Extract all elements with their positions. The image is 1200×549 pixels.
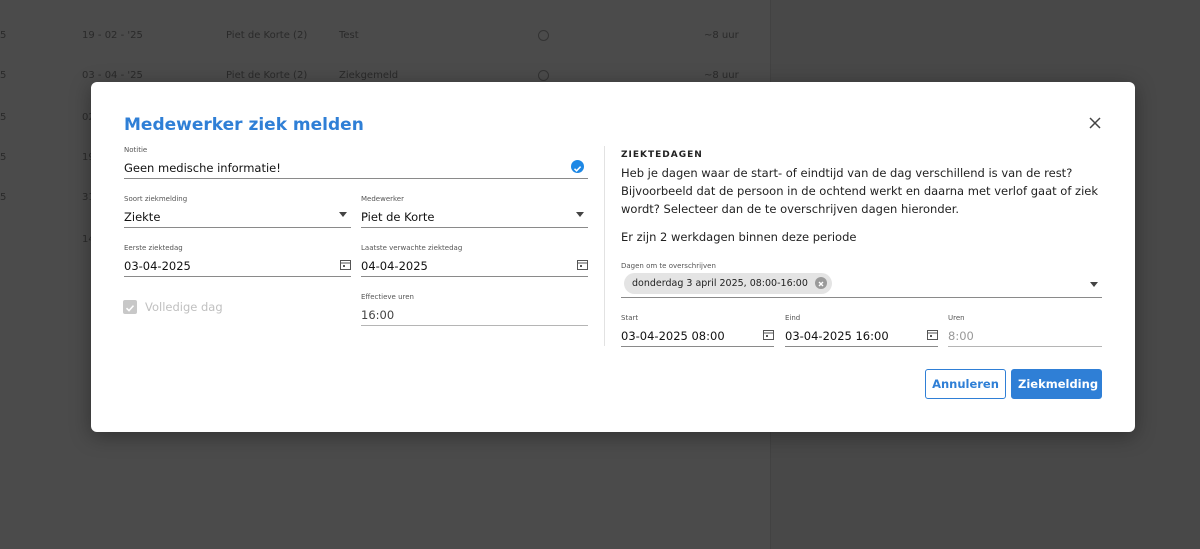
row-stub: 5 — [0, 30, 7, 41]
cancel-button[interactable]: Annuleren — [925, 369, 1006, 399]
dialog-title: Medewerker ziek melden — [124, 115, 364, 135]
uren-value[interactable]: 8:00 — [948, 329, 974, 343]
check-icon — [571, 160, 584, 173]
effectieve-uren-field[interactable]: Effectieve uren 16:00 — [361, 293, 588, 326]
workday-count-text: Er zijn 2 werkdagen binnen deze periode — [621, 230, 857, 244]
checkmark-icon — [125, 305, 135, 312]
row-type: Test — [339, 30, 359, 41]
notitie-value[interactable]: Geen medische informatie! — [124, 161, 281, 175]
chip-label: donderdag 3 april 2025, 08:00-16:00 — [632, 278, 808, 289]
eerste-value[interactable]: 03-04-2025 — [124, 259, 191, 273]
eind-datetime-field[interactable]: Eind 03-04-2025 16:00 — [785, 314, 938, 347]
close-icon — [1089, 117, 1101, 129]
sick-report-dialog: Medewerker ziek melden Notitie Geen medi… — [91, 82, 1135, 432]
row-type: Ziekgemeld — [339, 70, 399, 81]
soort-label: Soort ziekmelding — [124, 195, 188, 203]
row-hours: ~8 uur — [704, 70, 739, 81]
section-description: Heb je dagen waar de start- of eindtijd … — [621, 166, 1098, 216]
row-stub: 5 — [0, 152, 7, 163]
override-days-select[interactable]: Dagen om te overschrijven donderdag 3 ap… — [621, 262, 1102, 298]
medewerker-select[interactable]: Medewerker Piet de Korte — [361, 195, 588, 228]
table-row: 19 - 02 - '25 Piet de Korte (2) Test ~8 … — [0, 30, 770, 70]
eerste-label: Eerste ziektedag — [124, 244, 183, 252]
eind-label: Eind — [785, 314, 801, 322]
row-stub: 5 — [0, 192, 7, 203]
start-value[interactable]: 03-04-2025 08:00 — [621, 329, 725, 343]
column-divider — [604, 146, 605, 346]
volledige-dag-label: Volledige dag — [145, 300, 223, 314]
section-title: ZIEKTEDAGEN — [621, 150, 703, 160]
effectieve-label: Effectieve uren — [361, 293, 414, 301]
close-button[interactable] — [1088, 115, 1102, 129]
row-hours: ~8 uur — [704, 30, 739, 41]
eind-value[interactable]: 03-04-2025 16:00 — [785, 329, 889, 343]
chevron-down-icon[interactable] — [339, 212, 347, 217]
start-label: Start — [621, 314, 639, 322]
selected-day-chip[interactable]: donderdag 3 april 2025, 08:00-16:00 — [624, 273, 832, 294]
calendar-icon[interactable] — [577, 259, 588, 270]
eerste-ziektedag-field[interactable]: Eerste ziektedag 03-04-2025 — [124, 244, 351, 277]
chevron-down-icon[interactable] — [576, 212, 584, 217]
notitie-field[interactable]: Notitie Geen medische informatie! — [124, 146, 588, 179]
medewerker-label: Medewerker — [361, 195, 404, 203]
row-stub: 5 — [0, 112, 7, 123]
notitie-label: Notitie — [124, 146, 148, 154]
calendar-icon[interactable] — [340, 259, 351, 270]
medewerker-value: Piet de Korte — [361, 210, 435, 224]
effectieve-value[interactable]: 16:00 — [361, 308, 394, 322]
submit-sick-report-button[interactable]: Ziekmelding — [1011, 369, 1102, 399]
laatste-value[interactable]: 04-04-2025 — [361, 259, 428, 273]
laatste-label: Laatste verwachte ziektedag — [361, 244, 463, 252]
row-date: 19 - 02 - '25 — [82, 30, 143, 41]
row-stub: 5 — [0, 70, 7, 81]
uren-label: Uren — [948, 314, 965, 322]
chevron-down-icon[interactable] — [1090, 282, 1098, 287]
row-employee: Piet de Korte (2) — [226, 70, 308, 81]
override-label: Dagen om te overschrijven — [621, 262, 716, 270]
calendar-icon[interactable] — [927, 329, 938, 340]
row-employee: Piet de Korte (2) — [226, 30, 308, 41]
soort-ziekmelding-select[interactable]: Soort ziekmelding Ziekte — [124, 195, 351, 228]
soort-value: Ziekte — [124, 210, 161, 224]
status-icon — [538, 30, 549, 44]
start-datetime-field[interactable]: Start 03-04-2025 08:00 — [621, 314, 774, 347]
calendar-icon[interactable] — [763, 329, 774, 340]
row-date: 03 - 04 - '25 — [82, 70, 143, 81]
uren-field[interactable]: Uren 8:00 — [948, 314, 1102, 347]
volledige-dag-checkbox[interactable] — [123, 300, 137, 314]
chip-remove-icon[interactable] — [814, 277, 827, 289]
laatste-ziektedag-field[interactable]: Laatste verwachte ziektedag 04-04-2025 — [361, 244, 588, 277]
